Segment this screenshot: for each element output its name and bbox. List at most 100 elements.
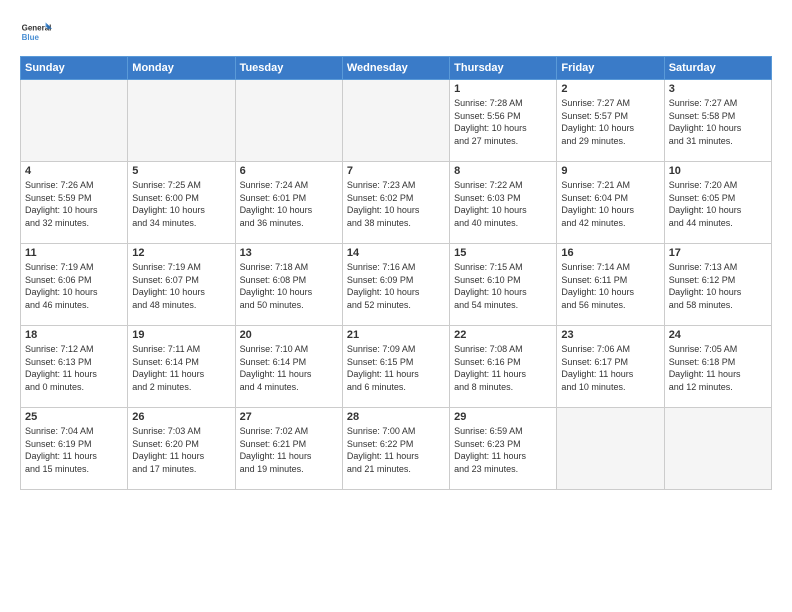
calendar-cell: 21Sunrise: 7:09 AM Sunset: 6:15 PM Dayli…: [342, 326, 449, 408]
day-number: 2: [561, 83, 659, 95]
week-row-1: 4 Sunrise: 7:26 AM Sunset: 5:59 PM Daylig…: [21, 162, 772, 244]
day-number: 24: [669, 329, 767, 341]
day-number: 18: [25, 329, 123, 341]
day-number: 9: [561, 165, 659, 177]
day-info: Sunrise: 7:23 AM Sunset: 6:02 PM Dayligh…: [347, 179, 445, 229]
calendar-cell: 19 Sunrise: 7:11 AM Sunset: 6:14 PM Dayli…: [128, 326, 235, 408]
day-info: Sunrise: 7:09 AM Sunset: 6:15 PM Dayligh…: [347, 343, 445, 393]
calendar-table: SundayMondayTuesdayWednesdayThursdayFrid…: [20, 56, 772, 490]
day-info: Sunrise: 7:20 AM Sunset: 6:05 PM Dayligh…: [669, 179, 767, 229]
day-number: 23: [561, 329, 659, 341]
day-info: Sunrise: 7:11 AM Sunset: 6:14 PM Dayligh…: [132, 343, 230, 393]
day-number: 22: [454, 329, 552, 341]
calendar-cell: 5 Sunrise: 7:25 AM Sunset: 6:00 PM Daylig…: [128, 162, 235, 244]
week-row-3: 18Sunrise: 7:12 AM Sunset: 6:13 PM Dayli…: [21, 326, 772, 408]
calendar-cell: 27Sunrise: 7:02 AM Sunset: 6:21 PM Dayli…: [235, 408, 342, 490]
day-number: 10: [669, 165, 767, 177]
calendar-cell: 11 Sunrise: 7:19 AM Sunset: 6:06 PM Dayli…: [21, 244, 128, 326]
day-info: Sunrise: 7:10 AM Sunset: 6:14 PM Dayligh…: [240, 343, 338, 393]
day-info: Sunrise: 7:18 AM Sunset: 6:08 PM Dayligh…: [240, 261, 338, 311]
day-number: 7: [347, 165, 445, 177]
day-info: Sunrise: 7:03 AM Sunset: 6:20 PM Dayligh…: [132, 425, 230, 475]
header-sunday: Sunday: [21, 57, 128, 80]
day-number: 8: [454, 165, 552, 177]
calendar-cell: 24 Sunrise: 7:05 AM Sunset: 6:18 PM Dayli…: [664, 326, 771, 408]
calendar-cell: 20 Sunrise: 7:10 AM Sunset: 6:14 PM Dayli…: [235, 326, 342, 408]
day-info: Sunrise: 7:06 AM Sunset: 6:17 PM Dayligh…: [561, 343, 659, 393]
day-info: Sunrise: 7:25 AM Sunset: 6:00 PM Dayligh…: [132, 179, 230, 229]
calendar-cell: 7 Sunrise: 7:23 AM Sunset: 6:02 PM Daylig…: [342, 162, 449, 244]
day-info: Sunrise: 7:14 AM Sunset: 6:11 PM Dayligh…: [561, 261, 659, 311]
calendar-cell: 9 Sunrise: 7:21 AM Sunset: 6:04 PM Daylig…: [557, 162, 664, 244]
day-info: Sunrise: 7:21 AM Sunset: 6:04 PM Dayligh…: [561, 179, 659, 229]
day-number: 12: [132, 247, 230, 259]
day-info: Sunrise: 7:19 AM Sunset: 6:06 PM Dayligh…: [25, 261, 123, 311]
header-monday: Monday: [128, 57, 235, 80]
day-number: 14: [347, 247, 445, 259]
day-info: Sunrise: 7:26 AM Sunset: 5:59 PM Dayligh…: [25, 179, 123, 229]
day-info: Sunrise: 7:08 AM Sunset: 6:16 PM Dayligh…: [454, 343, 552, 393]
day-info: Sunrise: 7:15 AM Sunset: 6:10 PM Dayligh…: [454, 261, 552, 311]
calendar-cell: 26 Sunrise: 7:03 AM Sunset: 6:20 PM Dayli…: [128, 408, 235, 490]
calendar-cell: 18Sunrise: 7:12 AM Sunset: 6:13 PM Dayli…: [21, 326, 128, 408]
calendar-cell: 29Sunrise: 6:59 AM Sunset: 6:23 PM Dayli…: [450, 408, 557, 490]
calendar-cell: [21, 80, 128, 162]
day-number: 4: [25, 165, 123, 177]
day-number: 20: [240, 329, 338, 341]
header-wednesday: Wednesday: [342, 57, 449, 80]
day-number: 26: [132, 411, 230, 423]
day-number: 5: [132, 165, 230, 177]
calendar-cell: 3 Sunrise: 7:27 AM Sunset: 5:58 PM Daylig…: [664, 80, 771, 162]
calendar-cell: 25Sunrise: 7:04 AM Sunset: 6:19 PM Dayli…: [21, 408, 128, 490]
day-number: 15: [454, 247, 552, 259]
calendar-cell: 14 Sunrise: 7:16 AM Sunset: 6:09 PM Dayli…: [342, 244, 449, 326]
day-number: 11: [25, 247, 123, 259]
calendar-cell: [235, 80, 342, 162]
calendar-cell: 10 Sunrise: 7:20 AM Sunset: 6:05 PM Dayli…: [664, 162, 771, 244]
calendar-cell: 2 Sunrise: 7:27 AM Sunset: 5:57 PM Daylig…: [557, 80, 664, 162]
header-saturday: Saturday: [664, 57, 771, 80]
logo: General Blue: [20, 16, 52, 48]
day-info: Sunrise: 7:13 AM Sunset: 6:12 PM Dayligh…: [669, 261, 767, 311]
calendar-cell: 22 Sunrise: 7:08 AM Sunset: 6:16 PM Dayli…: [450, 326, 557, 408]
day-info: Sunrise: 7:00 AM Sunset: 6:22 PM Dayligh…: [347, 425, 445, 475]
header-tuesday: Tuesday: [235, 57, 342, 80]
day-info: Sunrise: 7:04 AM Sunset: 6:19 PM Dayligh…: [25, 425, 123, 475]
calendar-cell: [128, 80, 235, 162]
day-info: Sunrise: 7:05 AM Sunset: 6:18 PM Dayligh…: [669, 343, 767, 393]
day-info: Sunrise: 7:27 AM Sunset: 5:58 PM Dayligh…: [669, 97, 767, 147]
calendar-cell: 28 Sunrise: 7:00 AM Sunset: 6:22 PM Dayli…: [342, 408, 449, 490]
calendar-cell: 1 Sunrise: 7:28 AM Sunset: 5:56 PM Daylig…: [450, 80, 557, 162]
day-number: 28: [347, 411, 445, 423]
header-friday: Friday: [557, 57, 664, 80]
day-number: 1: [454, 83, 552, 95]
day-info: Sunrise: 7:19 AM Sunset: 6:07 PM Dayligh…: [132, 261, 230, 311]
day-info: Sunrise: 7:16 AM Sunset: 6:09 PM Dayligh…: [347, 261, 445, 311]
calendar-header-row: SundayMondayTuesdayWednesdayThursdayFrid…: [21, 57, 772, 80]
day-info: Sunrise: 7:27 AM Sunset: 5:57 PM Dayligh…: [561, 97, 659, 147]
calendar-cell: 17Sunrise: 7:13 AM Sunset: 6:12 PM Dayli…: [664, 244, 771, 326]
calendar-cell: 4 Sunrise: 7:26 AM Sunset: 5:59 PM Daylig…: [21, 162, 128, 244]
week-row-0: 1 Sunrise: 7:28 AM Sunset: 5:56 PM Daylig…: [21, 80, 772, 162]
week-row-4: 25Sunrise: 7:04 AM Sunset: 6:19 PM Dayli…: [21, 408, 772, 490]
calendar-cell: 8 Sunrise: 7:22 AM Sunset: 6:03 PM Daylig…: [450, 162, 557, 244]
day-info: Sunrise: 7:22 AM Sunset: 6:03 PM Dayligh…: [454, 179, 552, 229]
calendar-cell: 23 Sunrise: 7:06 AM Sunset: 6:17 PM Dayli…: [557, 326, 664, 408]
calendar-cell: [342, 80, 449, 162]
calendar-cell: [557, 408, 664, 490]
calendar-cell: [664, 408, 771, 490]
calendar-cell: 16 Sunrise: 7:14 AM Sunset: 6:11 PM Dayli…: [557, 244, 664, 326]
calendar-cell: 12 Sunrise: 7:19 AM Sunset: 6:07 PM Dayli…: [128, 244, 235, 326]
calendar-cell: 15 Sunrise: 7:15 AM Sunset: 6:10 PM Dayli…: [450, 244, 557, 326]
day-info: Sunrise: 7:28 AM Sunset: 5:56 PM Dayligh…: [454, 97, 552, 147]
day-number: 16: [561, 247, 659, 259]
day-number: 27: [240, 411, 338, 423]
day-number: 13: [240, 247, 338, 259]
header-thursday: Thursday: [450, 57, 557, 80]
svg-text:Blue: Blue: [22, 33, 40, 42]
day-number: 3: [669, 83, 767, 95]
day-number: 19: [132, 329, 230, 341]
calendar-cell: 13 Sunrise: 7:18 AM Sunset: 6:08 PM Dayli…: [235, 244, 342, 326]
day-info: Sunrise: 6:59 AM Sunset: 6:23 PM Dayligh…: [454, 425, 552, 475]
day-number: 6: [240, 165, 338, 177]
